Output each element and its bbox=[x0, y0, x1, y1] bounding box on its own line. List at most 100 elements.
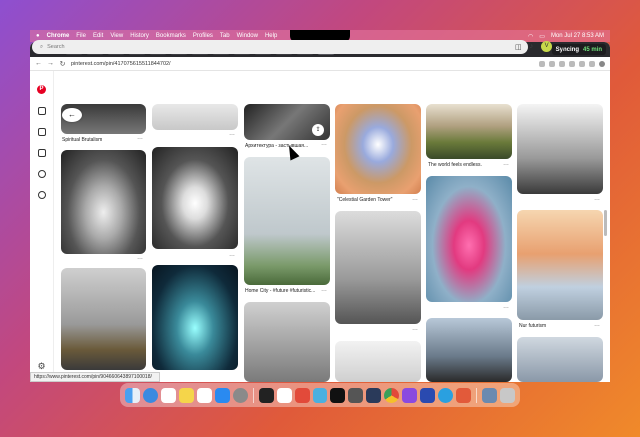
search-placeholder: Search bbox=[47, 44, 65, 50]
avatar[interactable]: V bbox=[541, 41, 553, 52]
app-icon[interactable] bbox=[312, 387, 328, 403]
more-options-icon[interactable]: … bbox=[229, 252, 235, 258]
syncing-time: 45 min bbox=[582, 46, 602, 53]
more-options-icon[interactable]: … bbox=[321, 287, 327, 293]
capcut-icon[interactable] bbox=[330, 387, 346, 403]
pin-image[interactable] bbox=[244, 302, 330, 382]
app-icon[interactable] bbox=[258, 387, 274, 403]
pinterest-logo-icon[interactable]: P bbox=[37, 85, 46, 94]
extension-icon[interactable] bbox=[549, 60, 555, 67]
app-icon[interactable] bbox=[366, 387, 382, 403]
pin-image[interactable] bbox=[517, 337, 603, 382]
wifi-icon[interactable]: ◠ bbox=[528, 33, 533, 40]
more-options-icon[interactable]: … bbox=[412, 326, 418, 332]
pin-image[interactable] bbox=[61, 150, 146, 254]
forward-nav-icon[interactable]: → bbox=[47, 60, 54, 67]
reload-icon[interactable]: ↻ bbox=[59, 60, 66, 68]
profile-icon[interactable] bbox=[599, 60, 605, 67]
menu-edit[interactable]: Edit bbox=[93, 33, 103, 39]
apple-menu-icon[interactable]: ● bbox=[36, 33, 40, 39]
microphone-icon[interactable]: ♪ bbox=[530, 43, 534, 50]
search-icon: ⌕ bbox=[40, 43, 44, 50]
notion-icon[interactable] bbox=[276, 387, 292, 403]
pin-image[interactable] bbox=[426, 318, 512, 382]
app-icon[interactable] bbox=[402, 387, 418, 403]
more-options-icon[interactable]: … bbox=[137, 135, 143, 141]
pin-title[interactable]: Spiritual Brutalism bbox=[62, 137, 142, 143]
more-options-icon[interactable]: … bbox=[503, 304, 509, 310]
pin-image[interactable] bbox=[335, 211, 421, 324]
pin-image[interactable] bbox=[335, 104, 421, 194]
create-icon[interactable] bbox=[37, 149, 46, 157]
pin-image[interactable] bbox=[426, 176, 512, 302]
pin-title[interactable]: Архитектура - застывшая... bbox=[245, 143, 315, 149]
messages-icon[interactable] bbox=[37, 191, 46, 199]
pin-image[interactable] bbox=[61, 268, 146, 370]
telegram-icon[interactable] bbox=[438, 387, 454, 403]
more-options-icon[interactable]: … bbox=[594, 196, 600, 202]
clock[interactable]: Mon Jul 27 8:53 AM bbox=[551, 33, 604, 39]
pin-image[interactable] bbox=[335, 341, 421, 382]
extension-icon[interactable] bbox=[589, 60, 595, 67]
settings-gear-icon[interactable]: ⚙ bbox=[37, 361, 45, 372]
more-options-icon[interactable]: … bbox=[412, 196, 418, 202]
pinterest-sidebar: P ⚙ bbox=[30, 71, 54, 382]
pin-title[interactable]: The world feels endless. bbox=[428, 162, 503, 168]
dock-separator bbox=[252, 387, 254, 403]
menu-help[interactable]: Help bbox=[265, 33, 277, 39]
pin-image[interactable] bbox=[244, 157, 330, 285]
page-scrollbar[interactable] bbox=[604, 210, 607, 236]
home-icon[interactable] bbox=[37, 107, 46, 115]
more-options-icon[interactable]: … bbox=[229, 131, 235, 137]
more-options-icon[interactable]: … bbox=[321, 141, 327, 147]
more-options-icon[interactable]: … bbox=[503, 161, 509, 167]
menu-bookmarks[interactable]: Bookmarks bbox=[156, 33, 186, 39]
explore-icon[interactable] bbox=[37, 128, 46, 136]
notes-icon[interactable] bbox=[178, 387, 194, 403]
more-options-icon[interactable]: … bbox=[594, 322, 600, 328]
search-input[interactable]: ⌕ Search bbox=[32, 40, 528, 54]
app-icon[interactable] bbox=[348, 387, 364, 403]
safari-icon[interactable] bbox=[142, 387, 158, 403]
menu-history[interactable]: History bbox=[130, 33, 149, 39]
more-options-icon[interactable]: … bbox=[137, 255, 143, 261]
finder-icon[interactable] bbox=[125, 387, 140, 403]
extension-icon[interactable] bbox=[579, 60, 585, 67]
system-settings-icon[interactable] bbox=[232, 387, 248, 403]
menu-window[interactable]: Window bbox=[237, 33, 258, 39]
extension-icon[interactable] bbox=[569, 60, 575, 67]
trash-icon[interactable] bbox=[500, 387, 516, 403]
menu-profiles[interactable]: Profiles bbox=[193, 33, 213, 39]
pin-image[interactable] bbox=[426, 104, 512, 159]
app-icon[interactable] bbox=[294, 387, 310, 403]
menu-tab[interactable]: Tab bbox=[220, 33, 230, 39]
pin-image[interactable] bbox=[517, 104, 603, 194]
extension-icon[interactable] bbox=[559, 60, 565, 67]
downloads-folder-icon[interactable] bbox=[482, 387, 498, 403]
menu-view[interactable]: View bbox=[110, 33, 123, 39]
extension-icon[interactable] bbox=[539, 60, 545, 67]
pin-title[interactable]: "Celestial Garden Tower" bbox=[337, 197, 412, 203]
menu-file[interactable]: File bbox=[76, 33, 86, 39]
notifications-icon[interactable] bbox=[37, 170, 46, 178]
app-icon[interactable] bbox=[420, 387, 436, 403]
chrome-icon[interactable] bbox=[384, 387, 400, 403]
battery-icon[interactable]: ▭ bbox=[539, 33, 545, 40]
camera-search-icon[interactable]: ◫ bbox=[515, 43, 522, 51]
chevron-down-icon[interactable]: ⌄ bbox=[560, 43, 566, 51]
share-icon[interactable]: ⇪ bbox=[312, 124, 324, 136]
pin-image[interactable] bbox=[152, 104, 238, 130]
pin-image[interactable] bbox=[152, 147, 238, 249]
back-arrow-button[interactable]: ← bbox=[62, 108, 82, 122]
pin-image[interactable] bbox=[152, 265, 238, 370]
pin-title[interactable]: Home City - #future #futuristic... bbox=[245, 288, 320, 294]
app-menu[interactable]: Chrome bbox=[47, 33, 70, 39]
back-nav-icon[interactable]: ← bbox=[35, 60, 42, 67]
reminders-icon[interactable] bbox=[196, 387, 212, 403]
app-icon[interactable] bbox=[456, 387, 472, 403]
url-field[interactable]: pinterest.com/pin/417075615511844702/ bbox=[71, 59, 351, 68]
calendar-icon[interactable] bbox=[160, 387, 176, 403]
app-store-icon[interactable] bbox=[214, 387, 230, 403]
pin-title[interactable]: Nur futurism bbox=[519, 323, 589, 329]
pin-image[interactable] bbox=[517, 210, 603, 320]
